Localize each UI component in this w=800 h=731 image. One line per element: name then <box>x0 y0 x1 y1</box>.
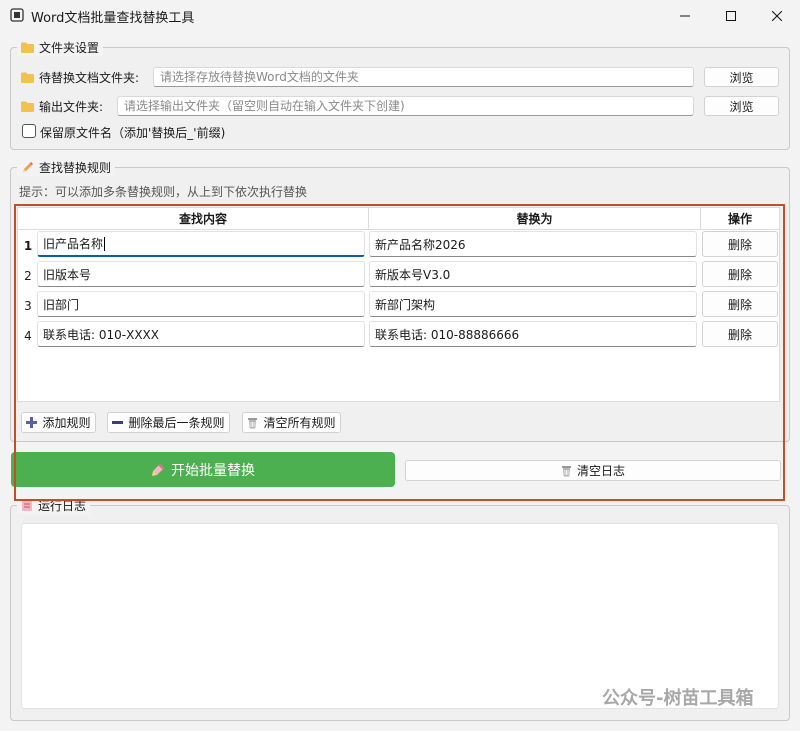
replace-cell[interactable]: 新部门架构 <box>369 291 697 317</box>
find-cell[interactable]: 旧部门 <box>37 291 365 317</box>
pencil-icon <box>23 162 33 172</box>
trash-icon <box>561 465 571 476</box>
keep-name-label: 保留原文件名（添加'替换后_'前缀) <box>40 126 226 140</box>
title-bar: Word文档批量查找替换工具 <box>0 0 800 31</box>
start-batch-replace-button[interactable]: 开始批量替换 <box>11 452 395 487</box>
rocket-icon <box>152 463 164 476</box>
column-header-replace[interactable]: 替换为 <box>369 208 700 230</box>
folder-icon <box>21 72 34 83</box>
output-folder-label-text: 输出文件夹: <box>39 100 104 114</box>
app-icon <box>10 8 24 22</box>
folder-icon <box>21 42 34 53</box>
delete-rule-button[interactable]: 删除 <box>702 261 778 287</box>
column-header-action[interactable]: 操作 <box>701 208 779 230</box>
source-folder-label: 待替换文档文件夹: <box>21 69 139 86</box>
browse-source-button[interactable]: 浏览 <box>704 67 779 87</box>
replace-cell[interactable]: 联系电话: 010-88886666 <box>369 321 697 347</box>
folder-icon <box>21 101 34 112</box>
plus-icon <box>26 417 38 428</box>
delete-last-rule-label: 删除最后一条规则 <box>128 416 225 430</box>
maximize-button[interactable] <box>708 0 754 31</box>
output-folder-input[interactable]: 请选择输出文件夹（留空则自动在输入文件夹下创建) <box>117 96 694 116</box>
output-folder-label: 输出文件夹: <box>21 98 103 115</box>
clear-log-label: 清空日志 <box>576 464 625 478</box>
find-cell[interactable]: 旧产品名称 <box>37 231 365 257</box>
find-cell[interactable]: 旧版本号 <box>37 261 365 287</box>
source-folder-label-text: 待替换文档文件夹: <box>39 71 140 85</box>
trash-icon <box>248 417 258 428</box>
minus-icon <box>112 421 124 424</box>
delete-last-rule-button[interactable]: 删除最后一条规则 <box>107 412 230 433</box>
find-cell-text: 旧产品名称 <box>43 237 104 251</box>
folder-settings-title: 文件夹设置 <box>17 39 104 56</box>
column-header-find[interactable]: 查找内容 <box>38 208 368 230</box>
delete-rule-button[interactable]: 删除 <box>702 291 778 317</box>
clear-all-rules-label: 清空所有规则 <box>263 416 336 430</box>
delete-rule-button[interactable]: 删除 <box>702 321 778 347</box>
source-folder-input[interactable]: 请选择存放待替换Word文档的文件夹 <box>153 67 694 87</box>
log-title-text: 运行日志 <box>38 499 87 513</box>
replace-cell[interactable]: 新产品名称2026 <box>369 231 697 257</box>
row-number: 3 <box>24 299 32 313</box>
close-button[interactable] <box>754 0 800 31</box>
watermark-text: 公众号-树苗工具箱 <box>602 688 754 709</box>
text-cursor <box>104 236 106 251</box>
row-number: 1 <box>23 239 33 253</box>
start-batch-replace-label: 开始批量替换 <box>171 462 255 479</box>
add-rule-button[interactable]: 添加规则 <box>21 412 96 433</box>
log-title: 运行日志 <box>17 497 91 514</box>
header-row-number-cell <box>18 208 38 230</box>
folder-settings-title-text: 文件夹设置 <box>39 41 100 55</box>
clear-all-rules-button[interactable]: 清空所有规则 <box>242 412 341 433</box>
rules-title: 查找替换规则 <box>17 159 116 176</box>
browse-output-button[interactable]: 浏览 <box>704 96 779 116</box>
minimize-icon <box>680 15 690 16</box>
find-cell[interactable]: 联系电话: 010-XXXX <box>37 321 365 347</box>
rules-title-text: 查找替换规则 <box>39 161 112 175</box>
rules-hint: 提示：可以添加多条替换规则，从上到下依次执行替换 <box>19 185 308 199</box>
close-icon <box>772 10 782 21</box>
row-number: 2 <box>24 269 32 283</box>
memo-icon <box>22 500 32 511</box>
keep-name-checkbox[interactable] <box>22 124 36 138</box>
window-title: Word文档批量查找替换工具 <box>31 11 195 26</box>
clear-log-button[interactable]: 清空日志 <box>405 460 781 481</box>
minimize-button[interactable] <box>662 0 708 31</box>
rules-table: 查找内容 替换为 操作 1 旧产品名称 新产品名称2026 删除 2 旧版本号 … <box>17 207 780 402</box>
delete-rule-button[interactable]: 删除 <box>702 231 778 257</box>
row-number: 4 <box>24 329 32 343</box>
replace-cell[interactable]: 新版本号V3.0 <box>369 261 697 287</box>
maximize-icon <box>726 10 736 21</box>
add-rule-label: 添加规则 <box>42 416 91 430</box>
log-output-area[interactable] <box>21 523 779 709</box>
